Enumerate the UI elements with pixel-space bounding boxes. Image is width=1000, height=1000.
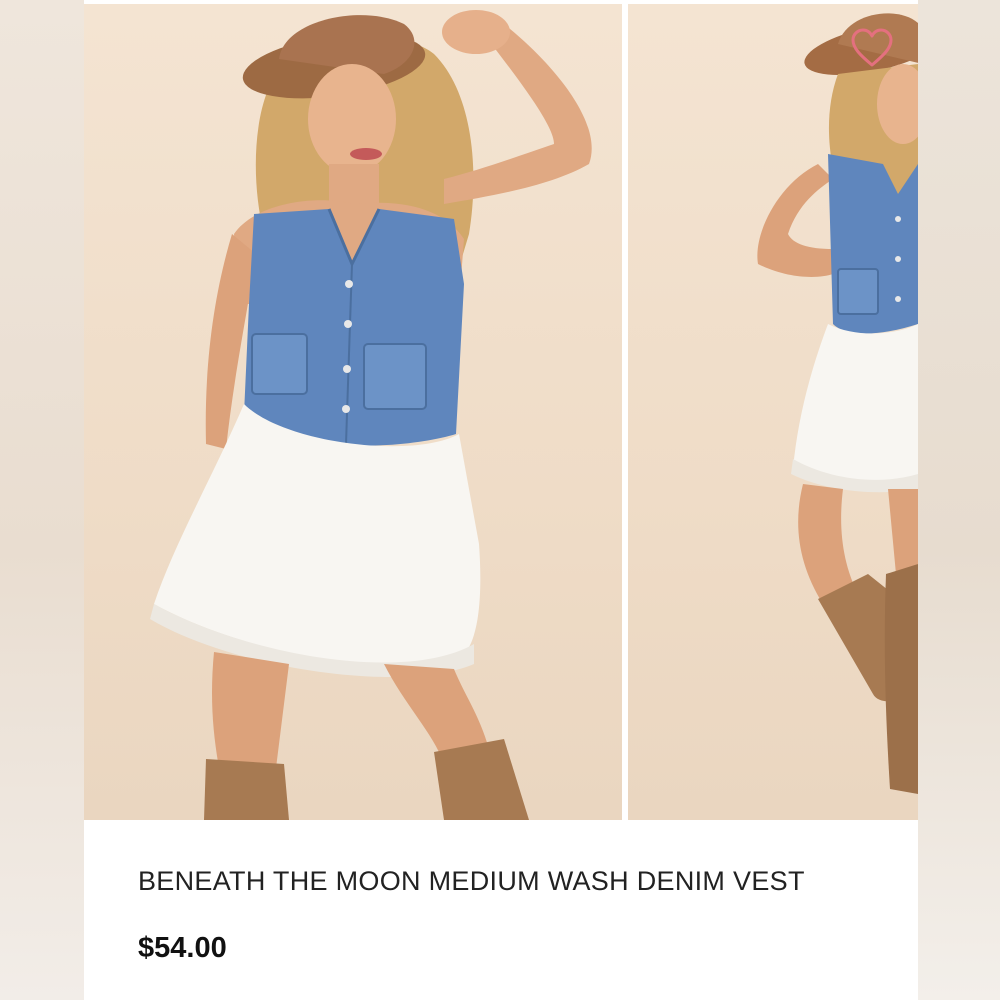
model-side-illustration <box>757 13 918 794</box>
product-image-gallery[interactable] <box>84 4 918 820</box>
heart-outline-icon <box>851 28 893 67</box>
product-title[interactable]: BENEATH THE MOON MEDIUM WASH DENIM VEST <box>138 866 805 897</box>
product-image-secondary[interactable] <box>628 4 918 820</box>
product-card[interactable]: BENEATH THE MOON MEDIUM WASH DENIM VEST … <box>84 0 918 1000</box>
product-price: $54.00 <box>138 932 227 964</box>
blurred-background-left <box>0 0 84 1000</box>
blurred-background-right <box>918 0 1000 1000</box>
model-front-illustration <box>150 10 592 820</box>
product-image-main[interactable] <box>84 4 622 820</box>
wishlist-button[interactable] <box>848 24 896 72</box>
